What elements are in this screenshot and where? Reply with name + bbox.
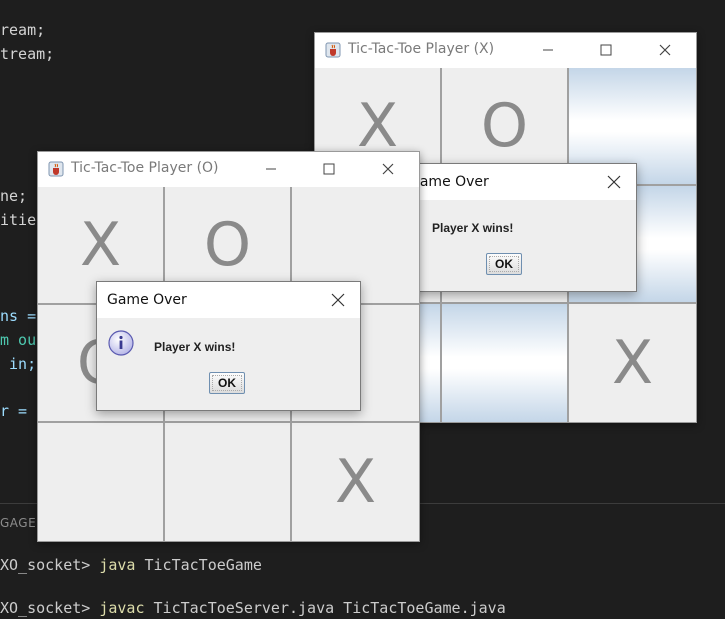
game-over-dialog[interactable]: Game Over Player X wins! OK	[96, 281, 361, 411]
code-line: itie	[0, 211, 37, 229]
titlebar[interactable]: Tic-Tac-Toe Player (X)	[315, 33, 696, 67]
minimize-button[interactable]	[525, 33, 571, 67]
close-icon	[382, 163, 394, 175]
terminal-line: XO_socket> javac TicTacToeServer.java Ti…	[0, 599, 506, 617]
terminal-args: TicTacToeServer.java TicTacToeGame.java	[144, 599, 506, 617]
java-cup-icon	[48, 161, 64, 177]
terminal-args: TicTacToeGame	[135, 556, 262, 574]
close-button[interactable]	[642, 33, 688, 67]
board-cell-7[interactable]	[442, 304, 567, 422]
board-cell-6[interactable]	[38, 423, 163, 541]
minimize-icon	[266, 168, 276, 170]
ok-button[interactable]: OK	[486, 253, 522, 275]
close-icon	[607, 175, 621, 189]
code-line: r =	[0, 402, 28, 420]
code-line: ne;	[0, 187, 28, 205]
dialog-titlebar[interactable]: Game Over	[399, 164, 636, 200]
close-icon	[659, 44, 671, 56]
maximize-icon	[600, 44, 612, 56]
maximize-button[interactable]	[583, 33, 629, 67]
code-line: m ou	[0, 331, 37, 349]
code-line: in;	[0, 355, 37, 373]
minimize-button[interactable]	[248, 152, 294, 186]
dialog-message: Player X wins!	[432, 221, 514, 235]
panel-tab-label[interactable]: GAGE	[0, 516, 36, 530]
close-button[interactable]	[365, 152, 411, 186]
dialog-title: Game Over	[107, 292, 187, 308]
terminal-prompt: XO_socket>	[0, 556, 100, 574]
window-title: Tic-Tac-Toe Player (X)	[348, 41, 495, 57]
terminal-command: javac	[99, 599, 145, 617]
code-line: ream;	[0, 21, 46, 39]
maximize-icon	[323, 163, 335, 175]
java-cup-icon	[325, 42, 341, 58]
terminal-prompt: XO_socket>	[0, 599, 100, 617]
dialog-titlebar[interactable]: Game Over	[97, 282, 360, 318]
code-line: ns =	[0, 307, 37, 325]
dialog-close-button[interactable]	[316, 282, 360, 318]
terminal-command: java	[99, 556, 136, 574]
board-cell-8[interactable]: X	[569, 304, 696, 422]
titlebar[interactable]: Tic-Tac-Toe Player (O)	[38, 152, 419, 186]
info-icon	[108, 330, 134, 356]
terminal-line: XO_socket> java TicTacToeGame	[0, 556, 262, 574]
dialog-message: Player X wins!	[154, 340, 236, 354]
game-over-dialog[interactable]: Game Over Player X wins! OK	[398, 163, 637, 292]
minimize-icon	[543, 49, 553, 51]
close-icon	[331, 293, 345, 307]
dialog-title: Game Over	[409, 174, 489, 190]
maximize-button[interactable]	[306, 152, 352, 186]
window-title: Tic-Tac-Toe Player (O)	[71, 160, 219, 176]
ok-button[interactable]: OK	[209, 372, 245, 394]
board-cell-8[interactable]: X	[292, 423, 419, 541]
code-line: tream;	[0, 45, 55, 63]
board-cell-7[interactable]	[165, 423, 290, 541]
dialog-close-button[interactable]	[592, 164, 636, 200]
